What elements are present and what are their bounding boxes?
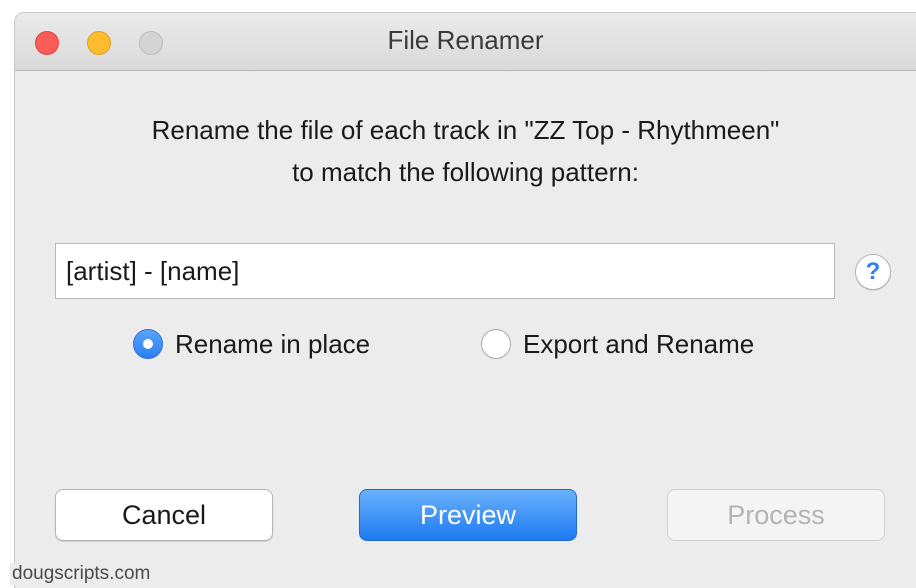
rename-in-place-radio[interactable]: Rename in place: [133, 328, 370, 360]
export-and-rename-label[interactable]: Export and Rename: [523, 329, 754, 360]
instruction-text: Rename the file of each track in "ZZ Top…: [151, 115, 780, 187]
file-renamer-window: File Renamer Rename the file of each tra…: [14, 12, 916, 588]
radio-selected-indicator[interactable]: [133, 329, 163, 359]
title-bar[interactable]: File Renamer: [15, 13, 916, 71]
window-title: File Renamer: [387, 25, 544, 55]
export-and-rename-radio[interactable]: Export and Rename: [481, 328, 754, 360]
pattern-input[interactable]: [55, 243, 835, 299]
help-icon[interactable]: ?: [855, 254, 891, 290]
rename-in-place-label[interactable]: Rename in place: [175, 329, 370, 360]
radio-unselected-indicator[interactable]: [481, 329, 511, 359]
process-button: Process: [667, 489, 885, 541]
site-credit: dougscripts.com: [10, 563, 153, 585]
preview-button[interactable]: Preview: [359, 489, 577, 541]
cancel-button[interactable]: Cancel: [55, 489, 273, 541]
